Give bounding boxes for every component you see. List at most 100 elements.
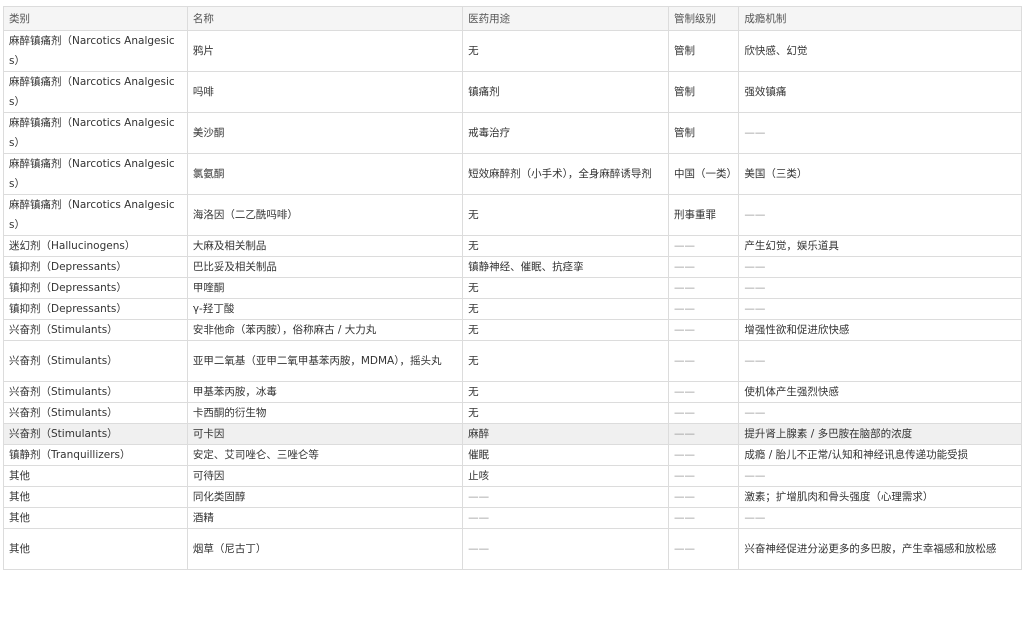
cell-addiction-mechanism: 提升肾上腺素 / 多巴胺在脑部的浓度: [738, 423, 1022, 445]
cell-medical-use: 止咳: [462, 465, 669, 487]
cell-addiction-mechanism: 强效镇痛: [738, 71, 1022, 113]
cell-medical-use: 无: [462, 340, 669, 382]
cell-name: 可待因: [186, 465, 464, 487]
table-row: 镇抑剂（Depressants） 巴比妥及相关制品 镇静神经、催眠、抗痉挛 —— ——: [3, 256, 1022, 278]
cell-control-level: ——: [667, 381, 740, 403]
cell-control-level: ——: [667, 465, 740, 487]
cell-addiction-mechanism: ——: [738, 277, 1022, 299]
cell-category: 麻醉镇痛剂（Narcotics Analgesics）: [3, 153, 188, 195]
cell-name: 同化类固醇: [186, 486, 464, 508]
cell-addiction-mechanism: ——: [738, 340, 1022, 382]
cell-name: 甲喹酮: [186, 277, 464, 299]
cell-medical-use: ——: [462, 507, 669, 529]
table-row: 迷幻剂（Hallucinogens） 大麻及相关制品无 —— 产生幻觉，娱乐道具: [3, 235, 1022, 257]
cell-control-level: ——: [667, 423, 740, 445]
table-row: 镇静剂（Tranquillizers） 安定、艾司唑仑、三唑仑等 催眠 —— 成瘾 / …: [3, 444, 1022, 466]
cell-addiction-mechanism: ——: [738, 298, 1022, 320]
cell-name: 卡西酮的衍生物: [186, 402, 464, 424]
cell-category: 麻醉镇痛剂（Narcotics Analgesics）: [3, 30, 188, 72]
drug-table-container: 类别 名称 医药用途 管制级别 成瘾机制 麻醉镇痛剂（Narcotics Ana…: [3, 6, 1022, 570]
cell-control-level: 管制: [667, 71, 740, 113]
cell-control-level: ——: [667, 444, 740, 466]
cell-addiction-mechanism: ——: [738, 256, 1022, 278]
cell-control-level: ——: [667, 402, 740, 424]
cell-category: 麻醉镇痛剂（Narcotics Analgesics）: [3, 71, 188, 113]
cell-category: 麻醉镇痛剂（Narcotics Analgesics）: [3, 194, 188, 236]
cell-addiction-mechanism: 激素；扩增肌肉和骨头强度（心理需求）: [738, 486, 1022, 508]
cell-medical-use: 戒毒治疗: [462, 112, 669, 154]
cell-category: 兴奋剂（Stimulants）: [3, 423, 188, 445]
cell-medical-use: 无: [462, 194, 669, 236]
cell-medical-use: 催眠: [462, 444, 669, 466]
cell-name: 安非他命（苯丙胺），俗称麻古 / 大力丸: [186, 319, 464, 341]
cell-medical-use: 无: [462, 381, 669, 403]
header-category: 类别: [3, 6, 188, 31]
table-row: 麻醉镇痛剂（Narcotics Analgesics） 吗啡 镇痛剂 管制 强效镇痛: [3, 71, 1022, 113]
cell-name: 酒精: [186, 507, 464, 529]
cell-category: 其他: [3, 528, 188, 570]
cell-category: 镇静剂（Tranquillizers）: [3, 444, 188, 466]
cell-category: 镇抑剂（Depressants）: [3, 298, 188, 320]
cell-medical-use: 镇静神经、催眠、抗痉挛: [462, 256, 669, 278]
cell-addiction-mechanism: ——: [738, 465, 1022, 487]
cell-control-level: ——: [667, 507, 740, 529]
header-name: 名称: [186, 6, 464, 31]
cell-name: 安定、艾司唑仑、三唑仑等: [186, 444, 464, 466]
cell-name: 海洛因（二乙酰吗啡）: [186, 194, 464, 236]
cell-medical-use: 镇痛剂: [462, 71, 669, 113]
cell-category: 镇抑剂（Depressants）: [3, 277, 188, 299]
header-addiction-mechanism: 成瘾机制: [738, 6, 1022, 31]
cell-control-level: ——: [667, 528, 740, 570]
cell-addiction-mechanism: ——: [738, 194, 1022, 236]
cell-medical-use: 无: [462, 298, 669, 320]
cell-name: 亚甲二氧基（亚甲二氧甲基苯丙胺，MDMA），摇头丸: [186, 340, 464, 382]
cell-name: 吗啡: [186, 71, 464, 113]
cell-medical-use: ——: [462, 528, 669, 570]
cell-medical-use: ——: [462, 486, 669, 508]
cell-category: 迷幻剂（Hallucinogens）: [3, 235, 188, 257]
cell-name: 美沙酮: [186, 112, 464, 154]
table-row: 其他 酒精 —— —— ——: [3, 507, 1022, 529]
cell-control-level: ——: [667, 277, 740, 299]
cell-name: 巴比妥及相关制品: [186, 256, 464, 278]
cell-addiction-mechanism: 使机体产生强烈快感: [738, 381, 1022, 403]
cell-control-level: ——: [667, 235, 740, 257]
cell-addiction-mechanism: 美国（三类）: [738, 153, 1022, 195]
cell-name: 可卡因: [186, 423, 464, 445]
cell-addiction-mechanism: ——: [738, 402, 1022, 424]
cell-addiction-mechanism: ——: [738, 507, 1022, 529]
cell-addiction-mechanism: ——: [738, 112, 1022, 154]
cell-name: 氯氨酮: [186, 153, 464, 195]
header-control-level: 管制级别: [667, 6, 740, 31]
cell-control-level: ——: [667, 340, 740, 382]
cell-category: 其他: [3, 486, 188, 508]
cell-name: γ-羟丁酸: [186, 298, 464, 320]
cell-control-level: ——: [667, 486, 740, 508]
cell-category: 其他: [3, 507, 188, 529]
drug-classification-table: 类别 名称 医药用途 管制级别 成瘾机制 麻醉镇痛剂（Narcotics Ana…: [3, 6, 1022, 570]
cell-medical-use: 无: [462, 30, 669, 72]
table-row: 兴奋剂（Stimulants） 亚甲二氧基（亚甲二氧甲基苯丙胺，MDMA），摇头丸…: [3, 340, 1022, 382]
cell-control-level: 刑事重罪: [667, 194, 740, 236]
cell-medical-use: 无: [462, 235, 669, 257]
table-row: 麻醉镇痛剂（Narcotics Analgesics） 海洛因（二乙酰吗啡）无刑事…: [3, 194, 1022, 236]
table-row: 麻醉镇痛剂（Narcotics Analgesics） 美沙酮 戒毒治疗 管制 ——: [3, 112, 1022, 154]
cell-name: 烟草（尼古丁）: [186, 528, 464, 570]
cell-category: 兴奋剂（Stimulants）: [3, 319, 188, 341]
cell-category: 镇抑剂（Depressants）: [3, 256, 188, 278]
cell-medical-use: 无: [462, 277, 669, 299]
table-row: 麻醉镇痛剂（Narcotics Analgesics） 鸦片无管制 欣快感、幻觉: [3, 30, 1022, 72]
cell-category: 其他: [3, 465, 188, 487]
cell-medical-use: 麻醉: [462, 423, 669, 445]
table-row: 麻醉镇痛剂（Narcotics Analgesics） 氯氨酮 短效麻醉剂（小手术）…: [3, 153, 1022, 195]
cell-control-level: 管制: [667, 112, 740, 154]
cell-control-level: 中国（一类）: [667, 153, 740, 195]
table-row: 其他 烟草（尼古丁） —— —— 兴奋神经促进分泌更多的多巴胺，产生幸福感和放松感: [3, 528, 1022, 570]
cell-category: 兴奋剂（Stimulants）: [3, 402, 188, 424]
cell-addiction-mechanism: 欣快感、幻觉: [738, 30, 1022, 72]
table-row: 其他 同化类固醇 —— —— 激素；扩增肌肉和骨头强度（心理需求）: [3, 486, 1022, 508]
cell-addiction-mechanism: 增强性欲和促进欣快感: [738, 319, 1022, 341]
cell-addiction-mechanism: 产生幻觉，娱乐道具: [738, 235, 1022, 257]
cell-addiction-mechanism: 兴奋神经促进分泌更多的多巴胺，产生幸福感和放松感: [738, 528, 1022, 570]
cell-control-level: ——: [667, 298, 740, 320]
